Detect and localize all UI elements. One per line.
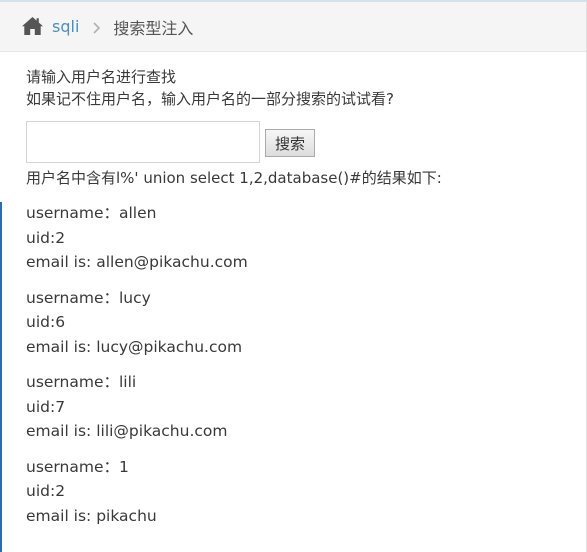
record-username: username：lili <box>26 373 137 391</box>
chevron-right-icon <box>91 20 103 34</box>
list-item: username：allen uid:2 email is: allen@pik… <box>26 201 587 275</box>
list-item: username：lucy uid:6 email is: lucy@pikac… <box>26 286 587 360</box>
record-username: username：1 <box>26 457 129 476</box>
result-heading: 用户名中含有l%' union select 1,2,database()#的结… <box>26 169 442 187</box>
intro-line-1: 请输入用户名进行查找 <box>26 68 177 86</box>
results-list: username：allen uid:2 email is: allen@pik… <box>26 201 587 528</box>
list-item: username：lili uid:7 email is: lili@pikac… <box>26 370 587 444</box>
intro-line-2: 如果记不住用户名，输入用户名的一部分搜索的试试看? <box>26 90 394 108</box>
breadcrumb-link-sqli[interactable]: sqli <box>52 17 79 36</box>
record-username: username：lucy <box>26 288 151 307</box>
record-email: email is: pikachu <box>26 506 157 525</box>
content-left-border <box>0 202 2 552</box>
search-input[interactable] <box>26 121 260 163</box>
breadcrumb: sqli 搜索型注入 <box>0 2 587 52</box>
record-email: email is: lili@pikachu.com <box>26 422 228 440</box>
record-username: username：allen <box>26 204 157 222</box>
search-form: 搜索 <box>26 121 587 163</box>
list-item: username：1 uid:2 email is: pikachu <box>26 455 587 529</box>
home-icon[interactable] <box>22 16 43 35</box>
breadcrumb-current: 搜索型注入 <box>113 18 194 38</box>
record-email: email is: lucy@pikachu.com <box>26 337 243 356</box>
record-uid: uid:2 <box>26 482 66 500</box>
record-uid: uid:2 <box>26 228 66 247</box>
record-uid: uid:6 <box>26 313 66 331</box>
search-button[interactable]: 搜索 <box>265 129 316 157</box>
page: sqli 搜索型注入 请输入用户名进行查找 如果记不住用户名，输入用户名的一部分… <box>0 0 587 552</box>
main-content: 请输入用户名进行查找 如果记不住用户名，输入用户名的一部分搜索的试试看? 搜索 … <box>0 52 587 528</box>
record-email: email is: allen@pikachu.com <box>26 253 248 271</box>
record-uid: uid:7 <box>26 397 66 416</box>
